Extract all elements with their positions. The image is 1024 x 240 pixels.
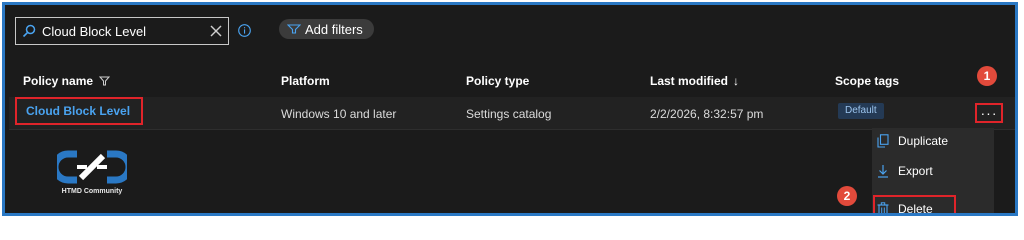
portal-panel: Cloud Block Level Add filters Policy nam… <box>2 2 1018 216</box>
sort-descending-icon: ↓ <box>733 74 740 88</box>
step-badge-2: 2 <box>837 186 857 206</box>
logo-text: HTMD Community <box>61 188 123 195</box>
policy-name-link[interactable]: Cloud Block Level <box>15 97 143 125</box>
platform-cell: Windows 10 and later <box>281 107 397 121</box>
scope-tag-badge: Default <box>838 103 884 119</box>
column-header-policy-name[interactable]: Policy name <box>23 74 111 88</box>
column-header-platform[interactable]: Platform <box>281 74 330 88</box>
search-icon <box>16 24 42 38</box>
search-input[interactable]: Cloud Block Level <box>42 24 204 39</box>
more-options-button[interactable]: ··· <box>975 103 1003 123</box>
column-filter-icon[interactable] <box>99 76 111 86</box>
column-header-policy-type[interactable]: Policy type <box>466 74 529 88</box>
step-badge-1: 1 <box>977 66 997 86</box>
search-box[interactable]: Cloud Block Level <box>15 17 229 45</box>
export-icon <box>878 165 888 178</box>
policy-type-cell: Settings catalog <box>466 107 552 121</box>
menu-item-duplicate[interactable]: Duplicate <box>877 129 948 153</box>
clear-icon[interactable] <box>204 25 228 37</box>
menu-item-export[interactable]: Export <box>877 159 933 183</box>
htmd-logo-icon <box>57 150 127 184</box>
duplicate-icon <box>877 134 889 148</box>
column-header-last-modified[interactable]: Last modified ↓ <box>650 74 739 88</box>
last-modified-cell: 2/2/2026, 8:32:57 pm <box>650 107 764 121</box>
info-icon[interactable] <box>238 24 251 37</box>
add-filters-button[interactable]: Add filters <box>279 19 374 39</box>
delete-highlight <box>873 195 956 213</box>
add-filters-label: Add filters <box>305 21 363 37</box>
filter-icon <box>287 24 301 34</box>
column-header-scope-tags[interactable]: Scope tags <box>835 74 899 88</box>
